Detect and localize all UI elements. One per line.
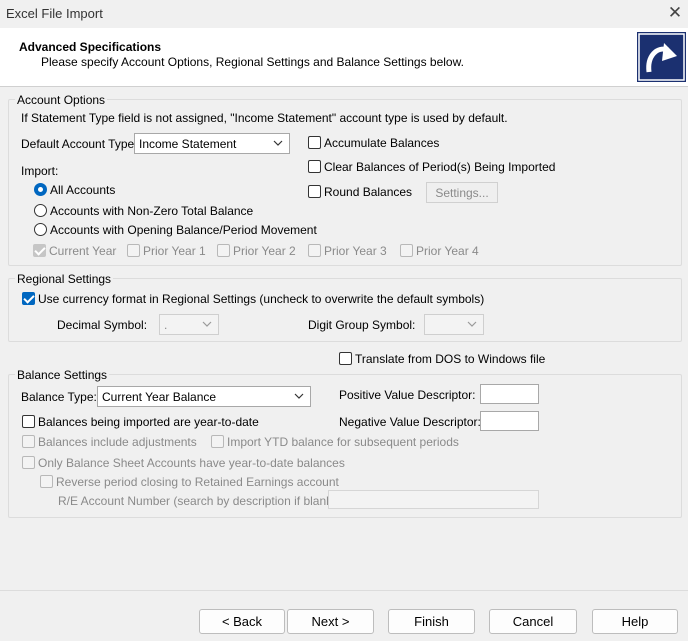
prior-year-1-label: Prior Year 1 <box>143 244 206 258</box>
finish-button[interactable]: Finish <box>388 609 475 634</box>
re-account-number-label: R/E Account Number (search by descriptio… <box>58 494 340 508</box>
cancel-button[interactable]: Cancel <box>489 609 577 634</box>
only-balance-sheet-label: Only Balance Sheet Accounts have year-to… <box>38 456 345 470</box>
balance-type-select[interactable]: Current Year Balance <box>97 386 311 407</box>
reverse-period-closing-label: Reverse period closing to Retained Earni… <box>56 475 339 489</box>
reverse-period-closing-checkbox[interactable] <box>40 475 53 488</box>
import-nonzero-radio[interactable] <box>34 204 47 217</box>
positive-value-descriptor-input[interactable] <box>480 384 539 404</box>
negative-value-descriptor-input[interactable] <box>480 411 539 431</box>
use-currency-format-label: Use currency format in Regional Settings… <box>38 292 485 306</box>
header-subtitle: Please specify Account Options, Regional… <box>41 55 464 69</box>
accumulate-balances-label: Accumulate Balances <box>324 136 440 150</box>
include-adjustments-label: Balances include adjustments <box>38 435 197 449</box>
prior-year-4-label: Prior Year 4 <box>416 244 479 258</box>
default-account-type-select[interactable]: Income Statement <box>134 133 290 154</box>
window-title: Excel File Import <box>6 6 103 21</box>
digit-group-symbol-label: Digit Group Symbol: <box>308 318 416 332</box>
account-type-note: If Statement Type field is not assigned,… <box>21 111 508 125</box>
prior-year-4-checkbox[interactable] <box>400 244 413 257</box>
back-button[interactable]: < Back <box>199 609 285 634</box>
positive-value-descriptor-label: Positive Value Descriptor: <box>339 388 476 402</box>
ytd-balances-label: Balances being imported are year-to-date <box>38 415 259 429</box>
next-button[interactable]: Next > <box>287 609 374 634</box>
round-balances-label: Round Balances <box>324 185 413 199</box>
close-icon[interactable]: ✕ <box>665 3 685 23</box>
negative-value-descriptor-label: Negative Value Descriptor: <box>339 415 481 429</box>
regional-settings-group <box>8 278 682 342</box>
prior-year-2-checkbox[interactable] <box>217 244 230 257</box>
decimal-symbol-select[interactable]: . <box>159 314 219 335</box>
default-account-type-value: Income Statement <box>139 137 237 151</box>
balance-settings-legend: Balance Settings <box>15 368 110 382</box>
chevron-down-icon <box>201 317 213 331</box>
import-ytd-subsequent-checkbox[interactable] <box>211 435 224 448</box>
use-currency-format-checkbox[interactable] <box>22 292 35 305</box>
include-adjustments-checkbox[interactable] <box>22 435 35 448</box>
wizard-header: Advanced Specifications Please specify A… <box>0 28 688 87</box>
round-balances-checkbox[interactable] <box>308 185 321 198</box>
clear-balances-label: Clear Balances of Period(s) Being Import… <box>324 160 556 174</box>
accumulate-balances-checkbox[interactable] <box>308 136 321 149</box>
decimal-symbol-value: . <box>164 318 168 332</box>
import-opening-balance-radio[interactable] <box>34 223 47 236</box>
decimal-symbol-label: Decimal Symbol: <box>57 318 148 332</box>
digit-group-symbol-select[interactable] <box>424 314 484 335</box>
import-all-accounts-label: All Accounts <box>50 183 116 197</box>
ytd-balances-checkbox[interactable] <box>22 415 35 428</box>
import-label: Import: <box>21 164 59 178</box>
balance-type-value: Current Year Balance <box>102 390 217 404</box>
prior-year-1-checkbox[interactable] <box>127 244 140 257</box>
re-account-number-input[interactable] <box>328 490 539 509</box>
import-all-accounts-radio[interactable] <box>34 183 47 196</box>
chevron-down-icon <box>272 136 284 150</box>
prior-year-3-label: Prior Year 3 <box>324 244 387 258</box>
import-ytd-subsequent-label: Import YTD balance for subsequent period… <box>227 435 459 449</box>
chevron-down-icon <box>293 389 305 403</box>
import-nonzero-label: Accounts with Non-Zero Total Balance <box>50 204 254 218</box>
title-bar <box>0 0 688 28</box>
translate-dos-checkbox[interactable] <box>339 352 352 365</box>
clear-balances-checkbox[interactable] <box>308 160 321 173</box>
settings-button[interactable]: Settings... <box>426 182 498 203</box>
translate-dos-label: Translate from DOS to Windows file <box>355 352 546 366</box>
import-opening-balance-label: Accounts with Opening Balance/Period Mov… <box>50 223 317 237</box>
current-year-label: Current Year <box>49 244 117 258</box>
curved-arrow-icon <box>637 32 686 82</box>
regional-settings-legend: Regional Settings <box>15 272 114 286</box>
balance-type-label: Balance Type: <box>21 390 97 404</box>
header-title: Advanced Specifications <box>19 40 162 54</box>
chevron-down-icon <box>466 317 478 331</box>
current-year-checkbox[interactable] <box>33 244 46 257</box>
prior-year-2-label: Prior Year 2 <box>233 244 296 258</box>
help-button[interactable]: Help <box>592 609 678 634</box>
prior-year-3-checkbox[interactable] <box>308 244 321 257</box>
only-balance-sheet-checkbox[interactable] <box>22 456 35 469</box>
account-options-legend: Account Options <box>15 93 108 107</box>
default-account-type-label: Default Account Type: <box>21 137 138 151</box>
